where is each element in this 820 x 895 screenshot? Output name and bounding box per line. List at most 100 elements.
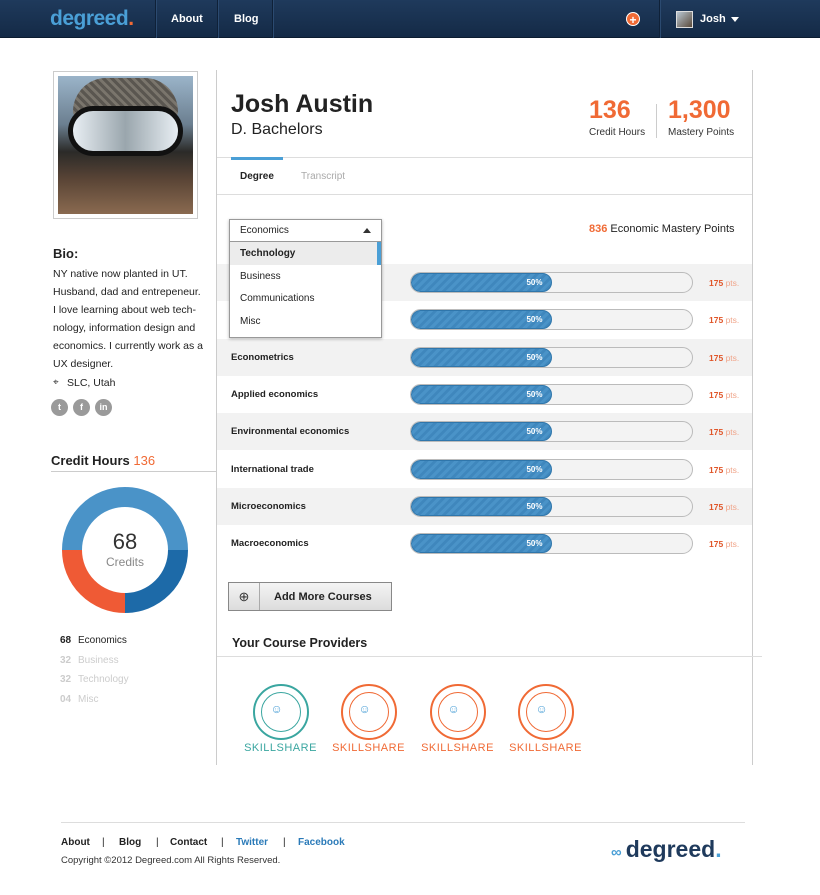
economic-mastery-points: 836 Economic Mastery Points [589,223,735,235]
dropdown-option-technology[interactable]: Technology [230,242,381,265]
course-points: 175 pts. [709,465,739,475]
course-points-value: 175 [709,539,724,550]
course-points-value: 175 [709,278,724,288]
active-tab-indicator [231,157,283,160]
linkedin-icon[interactable]: in [95,399,112,416]
nav-link-blog[interactable]: Blog [234,13,258,25]
course-progress-fill: 50% [411,384,552,404]
course-points: 175 pts. [709,427,739,437]
legend-label: Technology [78,674,129,686]
footer-logo[interactable]: ∞ degreed. [611,836,722,863]
mastery-points-stat: 1,300 [668,96,731,124]
credit-hours-label: Credit Hours [51,453,130,468]
credit-hours-value: 136 [133,453,156,468]
chevron-down-icon[interactable] [731,17,739,22]
footer-logo-dot: . [715,836,722,862]
footer-divider [61,822,745,823]
facebook-icon[interactable]: f [73,399,90,416]
legend-label: Misc [78,694,99,706]
skillshare-logo-icon: ☺ [517,684,574,740]
legend-count: 04 [60,694,72,706]
mastery-points-label: Economic Mastery Points [610,223,735,235]
footer-link-contact[interactable]: Contact [170,837,207,848]
course-points-value: 175 [709,389,724,400]
nav-divider [272,0,273,38]
profile-photo-image [58,76,193,214]
course-progress-bar: 50% [410,533,693,555]
mastery-points-stat-label: Mastery Points [668,127,735,138]
credits-donut-chart: 68 Credits [62,487,188,613]
donut-center-label: Credits [106,555,144,569]
add-plus-icon[interactable]: + [626,12,640,27]
course-progress-fill: 50% [411,496,552,516]
course-progress-bar: 50% [410,346,693,368]
provider-skillshare[interactable]: ☺ SKILLSHARE [243,684,318,759]
course-points-unit: pts. [725,315,740,326]
bio-text: NY native now planted in UT. Husband, da… [53,268,203,370]
top-nav-bar: degreed. About Blog + Josh [0,0,820,38]
dropdown-option-communications[interactable]: Communications [230,287,381,310]
avatar[interactable] [676,11,693,28]
tab-degree[interactable]: Degree [240,171,274,182]
glasses-icon: ∞ [611,844,622,861]
course-progress-fill: 50% [411,273,552,292]
dropdown-selected[interactable]: Economics [230,220,381,242]
logo-text: degreed [50,7,129,30]
course-label: Microeconomics [231,500,306,512]
legend-item: 04 Misc [60,694,99,705]
subject-dropdown[interactable]: Economics Technology Business Communicat… [229,219,382,338]
footer-link-twitter[interactable]: Twitter [236,837,268,848]
course-points: 175 pts. [709,502,739,512]
course-points: 175 pts. [709,390,739,400]
course-points-value: 175 [709,427,724,438]
dropdown-option-misc[interactable]: Misc [230,310,381,333]
footer-link-about[interactable]: About [61,837,90,848]
footer-separator: | [221,837,224,848]
course-points: 175 pts. [709,539,739,549]
course-points-unit: pts. [725,501,740,512]
course-progress-fill: 50% [411,347,552,367]
footer-link-facebook[interactable]: Facebook [298,837,345,848]
course-progress-bar: 50% [410,421,693,443]
legend-item: 32 Business [60,655,119,666]
course-progress-fill: 50% [411,310,552,330]
skillshare-logo-icon: ☺ [340,684,397,740]
course-points-unit: pts. [725,389,740,400]
course-label: Applied economics [231,388,319,400]
provider-skillshare[interactable]: ☺ SKILLSHARE [508,684,583,759]
heads-icon: ☺ [447,702,460,716]
legend-label: Business [78,654,119,666]
location-pin-icon: ⌖ [53,377,59,388]
dropdown-option-business[interactable]: Business [230,265,381,288]
providers-divider [217,656,762,657]
heads-icon: ☺ [358,702,371,716]
add-more-courses-button[interactable]: ⊕ Add More Courses [228,582,392,611]
provider-skillshare[interactable]: ☺ SKILLSHARE [420,684,495,759]
course-progress-fill: 50% [411,459,552,479]
location-text: SLC, Utah [67,377,116,389]
heads-icon: ☺ [270,702,283,716]
nav-link-about[interactable]: About [171,13,203,25]
copyright-text: Copyright ©2012 Degreed.com All Rights R… [61,855,281,866]
divider [51,471,216,472]
user-menu-name[interactable]: Josh [700,13,726,25]
mastery-points-number: 836 [589,223,608,235]
course-progress-bar: 50% [410,309,693,331]
course-points-unit: pts. [725,464,740,475]
donut-center-number: 68 [113,529,137,554]
twitter-icon[interactable]: t [51,399,68,416]
legend-label: Economics [78,635,127,646]
footer-link-blog[interactable]: Blog [119,837,141,848]
tab-transcript[interactable]: Transcript [301,171,345,182]
heads-icon: ☺ [535,702,548,716]
provider-skillshare[interactable]: ☺ SKILLSHARE [331,684,406,759]
footer-separator: | [156,837,159,848]
nav-divider [659,0,660,38]
provider-name: SKILLSHARE [332,742,405,754]
course-label: Econometrics [231,351,294,363]
course-providers-title: Your Course Providers [232,636,368,650]
logo[interactable]: degreed. [50,7,134,31]
course-label: International trade [231,463,314,475]
add-more-courses-label: Add More Courses [274,591,372,603]
course-progress-fill: 50% [411,422,552,442]
